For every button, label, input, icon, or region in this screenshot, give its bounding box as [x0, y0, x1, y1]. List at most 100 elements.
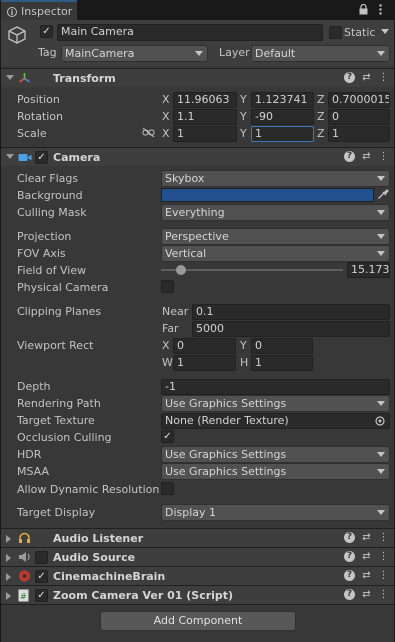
fov-axis-dropdown[interactable]: Vertical	[161, 245, 390, 262]
axis-x-label: X	[162, 93, 170, 106]
kebab-menu-icon[interactable]: ⋮	[378, 589, 389, 600]
position-y-field[interactable]: 1.123741	[251, 92, 314, 108]
help-icon[interactable]: ?	[344, 72, 355, 83]
help-icon[interactable]: ?	[344, 570, 355, 581]
kebab-menu-icon[interactable]	[379, 4, 382, 18]
preset-icon[interactable]: ⇄	[361, 589, 372, 600]
static-dropdown[interactable]	[379, 26, 390, 38]
foldout-arrow-icon[interactable]	[6, 592, 11, 600]
rendering-path-value: Use Graphics Settings	[165, 397, 287, 410]
viewport-h-field[interactable]: 1	[251, 355, 313, 371]
position-z-field[interactable]: 0.7000015	[328, 92, 390, 108]
viewport-x-label: X	[162, 339, 170, 352]
fov-value-field[interactable]: 15.1734	[347, 262, 390, 278]
depth-field[interactable]: -1	[161, 379, 390, 395]
layer-value: Default	[255, 47, 296, 60]
physical-camera-label: Physical Camera	[17, 281, 109, 294]
target-texture-field[interactable]: None (Render Texture)	[161, 413, 390, 429]
tag-label: Tag	[38, 46, 57, 59]
help-icon[interactable]: ?	[344, 532, 355, 543]
scale-x-field[interactable]: 1	[173, 126, 237, 142]
target-display-dropdown[interactable]: Display 1	[161, 504, 390, 521]
target-display-value: Display 1	[165, 506, 217, 519]
physical-camera-checkbox[interactable]	[161, 280, 174, 293]
audio-listener-header[interactable]: Audio Listener ? ⇄ ⋮	[1, 528, 394, 547]
help-icon[interactable]: ?	[344, 589, 355, 600]
far-field[interactable]: 5000	[192, 321, 390, 337]
position-label: Position	[17, 93, 60, 106]
tab-inspector[interactable]: Inspector	[1, 0, 77, 20]
scale-y-field[interactable]: 1	[251, 126, 314, 142]
audio-source-enabled-checkbox[interactable]	[35, 551, 48, 564]
viewport-w-field[interactable]: 1	[173, 355, 236, 371]
near-field[interactable]: 0.1	[192, 304, 390, 320]
near-label: Near	[162, 305, 189, 318]
rotation-y-field[interactable]: -90	[251, 109, 314, 125]
viewport-y-field[interactable]: 0	[251, 338, 313, 354]
zoom-camera-script-header[interactable]: # ✓ Zoom Camera Ver 01 (Script) ? ⇄ ⋮	[1, 585, 394, 604]
projection-dropdown[interactable]: Perspective	[161, 228, 390, 245]
static-checkbox[interactable]	[329, 26, 342, 39]
foldout-arrow-icon[interactable]	[6, 75, 14, 80]
cinemachine-brain-header[interactable]: ✓ CinemachineBrain ? ⇄ ⋮	[1, 566, 394, 585]
eyedropper-icon[interactable]	[377, 188, 389, 203]
kebab-menu-icon[interactable]: ⋮	[378, 570, 389, 581]
lock-icon[interactable]	[359, 3, 368, 18]
gameobject-header: ✓ Main Camera Static Tag MainCamera Laye…	[1, 20, 394, 66]
object-picker-icon[interactable]	[375, 416, 385, 428]
hdr-dropdown[interactable]: Use Graphics Settings	[161, 446, 390, 463]
divider	[1, 604, 394, 605]
axis-y-label: Y	[240, 110, 247, 123]
foldout-arrow-icon[interactable]	[6, 573, 11, 581]
active-checkbox[interactable]: ✓	[40, 25, 53, 38]
preset-icon[interactable]: ⇄	[361, 551, 372, 562]
background-color-swatch[interactable]	[161, 188, 374, 202]
link-scale-icon[interactable]	[142, 127, 155, 141]
foldout-arrow-icon[interactable]	[6, 154, 14, 159]
kebab-menu-icon[interactable]: ⋮	[378, 151, 389, 162]
viewport-h-label: H	[240, 356, 249, 369]
preset-icon[interactable]: ⇄	[361, 570, 372, 581]
cinemachine-enabled-checkbox[interactable]: ✓	[35, 570, 48, 583]
script-enabled-checkbox[interactable]: ✓	[35, 589, 48, 602]
camera-enabled-checkbox[interactable]: ✓	[35, 151, 48, 164]
foldout-arrow-icon[interactable]	[6, 535, 11, 543]
headphones-icon	[18, 532, 31, 547]
transform-header[interactable]: Transform ? ⇄ ⋮	[1, 68, 394, 87]
foldout-arrow-icon[interactable]	[6, 554, 11, 562]
layer-label: Layer	[219, 46, 250, 59]
add-component-button[interactable]: Add Component	[100, 611, 296, 631]
target-texture-label: Target Texture	[17, 414, 95, 427]
kebab-menu-icon[interactable]: ⋮	[378, 532, 389, 543]
audio-source-header[interactable]: Audio Source ? ⇄ ⋮	[1, 547, 394, 566]
rotation-x-field[interactable]: 1.1	[173, 109, 237, 125]
msaa-dropdown[interactable]: Use Graphics Settings	[161, 463, 390, 480]
preset-icon[interactable]: ⇄	[361, 151, 372, 162]
rendering-path-dropdown[interactable]: Use Graphics Settings	[161, 395, 390, 412]
kebab-menu-icon[interactable]: ⋮	[378, 551, 389, 562]
occlusion-culling-checkbox[interactable]: ✓	[161, 430, 174, 443]
viewport-x-field[interactable]: 0	[173, 338, 236, 354]
help-icon[interactable]: ?	[344, 151, 355, 162]
scale-label: Scale	[17, 127, 47, 140]
help-icon[interactable]: ?	[344, 551, 355, 562]
clear-flags-value: Skybox	[165, 172, 205, 185]
svg-text:#: #	[20, 592, 27, 601]
fov-slider-track[interactable]	[161, 269, 343, 271]
culling-mask-dropdown[interactable]: Everything	[161, 204, 390, 221]
tag-dropdown[interactable]: MainCamera	[61, 45, 208, 62]
preset-icon[interactable]: ⇄	[361, 72, 372, 83]
layer-dropdown[interactable]: Default	[251, 45, 390, 62]
clear-flags-dropdown[interactable]: Skybox	[161, 170, 390, 187]
preset-icon[interactable]: ⇄	[361, 532, 372, 543]
camera-header[interactable]: ✓ Camera ? ⇄ ⋮	[1, 147, 394, 166]
script-icon: #	[18, 589, 29, 605]
dynamic-resolution-checkbox[interactable]	[161, 482, 174, 495]
fov-slider-knob[interactable]	[175, 265, 186, 275]
scale-z-field[interactable]: 1	[328, 126, 390, 142]
object-name-field[interactable]: Main Camera	[57, 24, 323, 41]
clipping-planes-label: Clipping Planes	[17, 305, 102, 318]
position-x-field[interactable]: 11.96063	[173, 92, 237, 108]
rotation-z-field[interactable]: 0	[328, 109, 390, 125]
kebab-menu-icon[interactable]: ⋮	[378, 72, 389, 83]
